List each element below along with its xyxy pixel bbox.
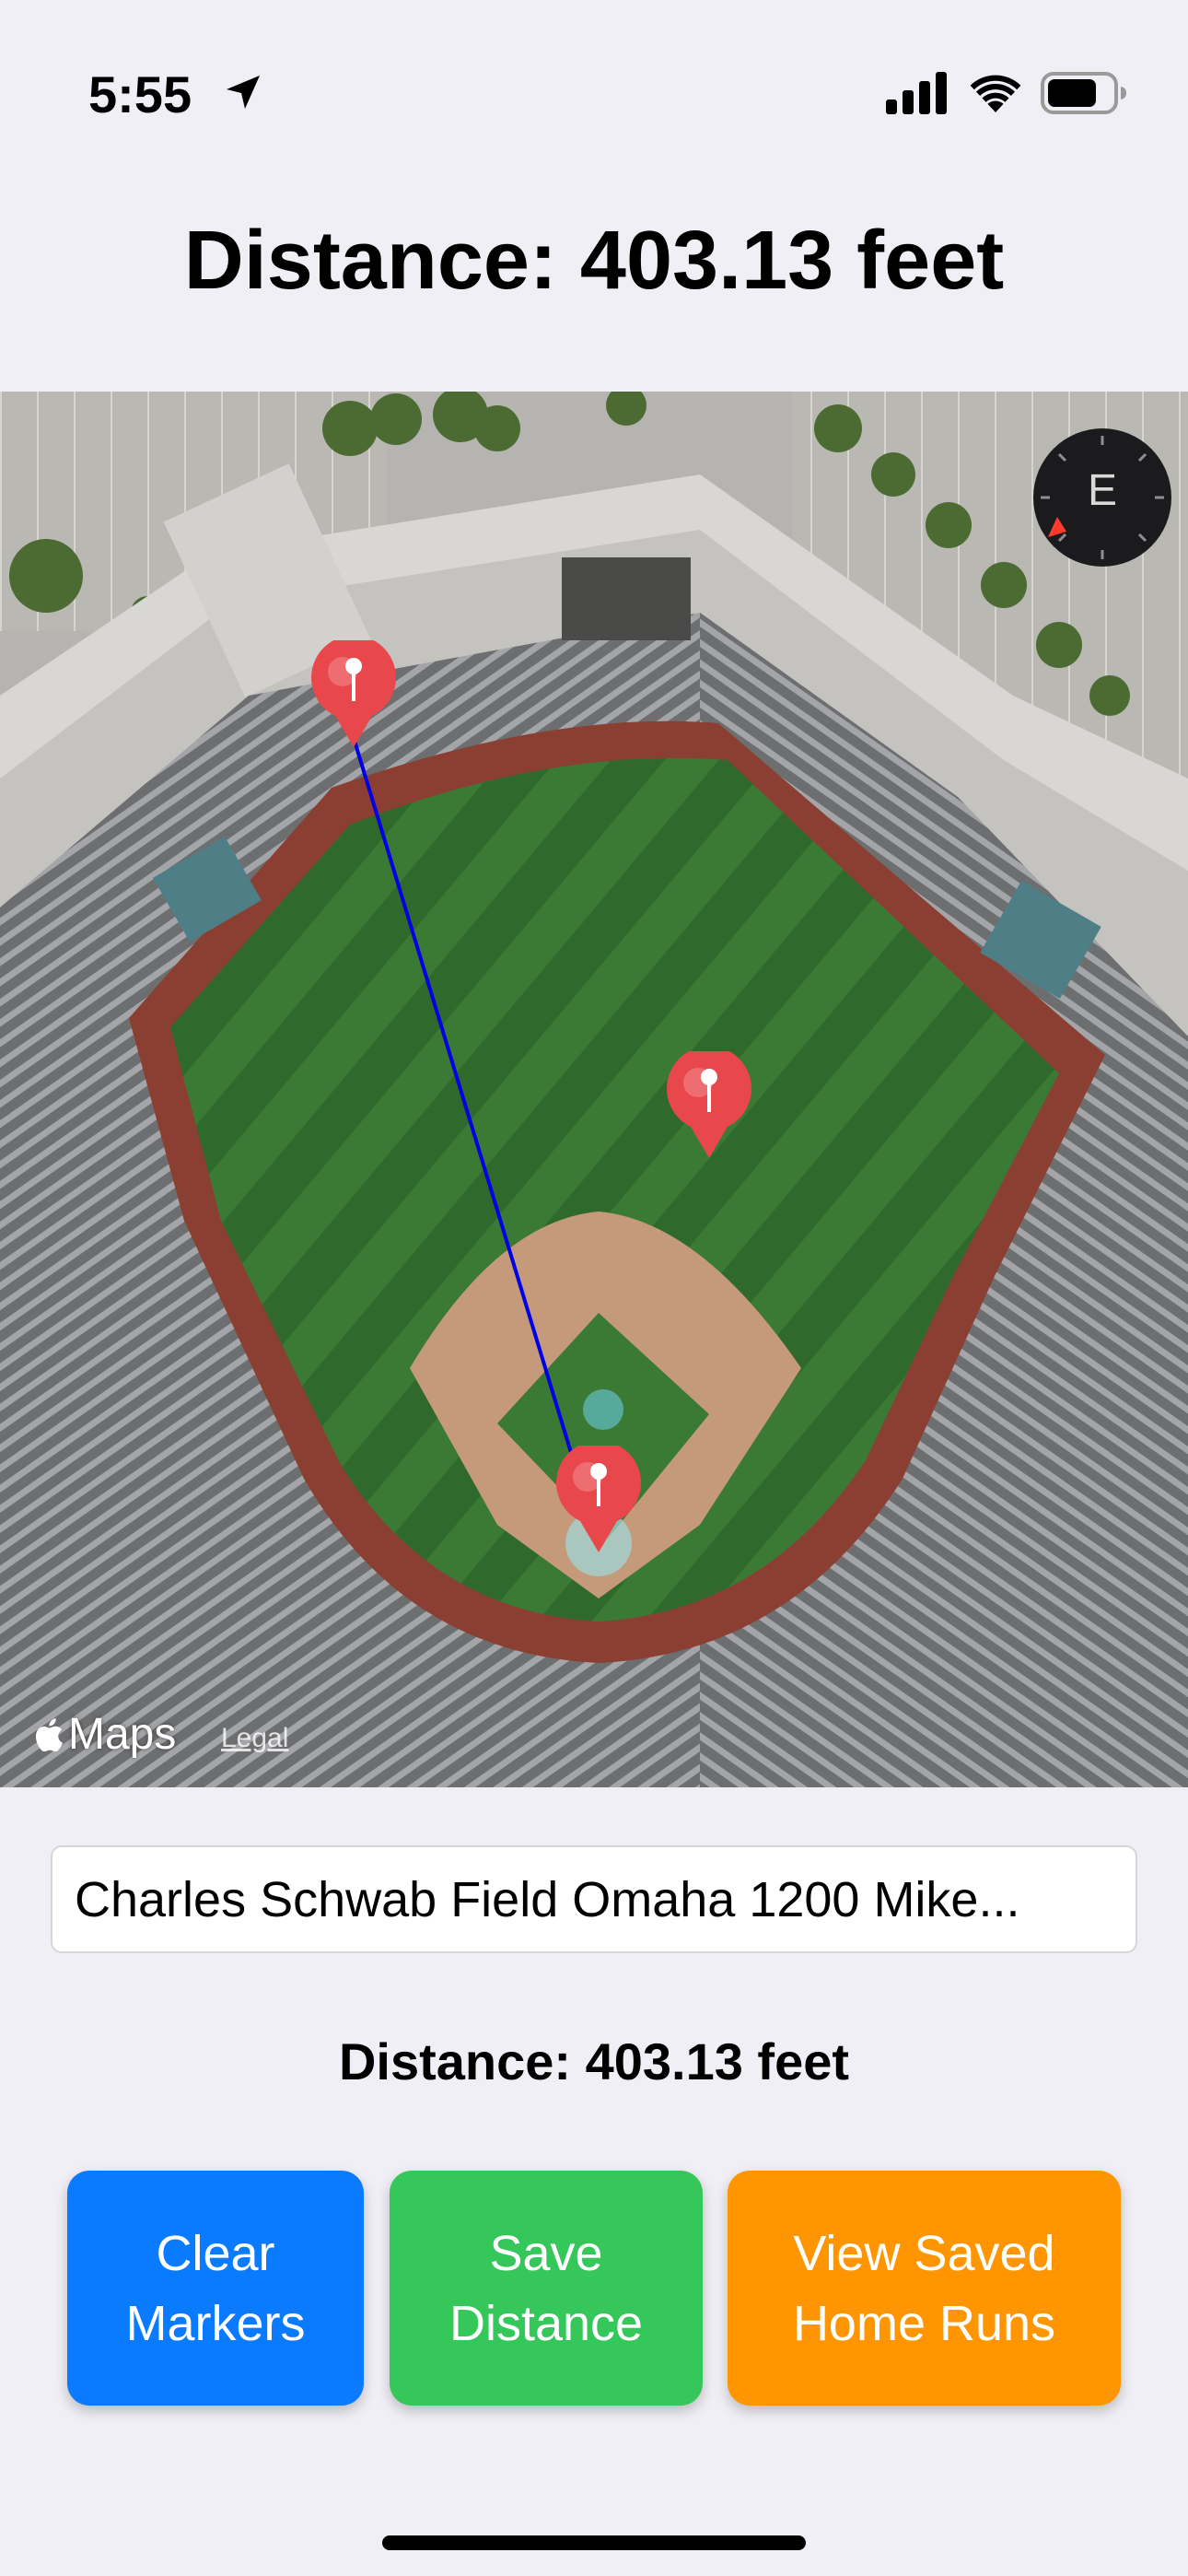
map-pin-left-field[interactable] [308, 635, 400, 749]
measurement-line [352, 737, 600, 1544]
address-search-field[interactable]: Charles Schwab Field Omaha 1200 Mike... [51, 1845, 1137, 1953]
save-distance-button[interactable]: Save Distance [390, 2171, 703, 2406]
compass-direction: E [1087, 466, 1117, 515]
cellular-signal-icon [886, 72, 947, 114]
satellite-map[interactable]: E Maps Legal [0, 392, 1188, 1787]
status-time: 5:55 [88, 65, 192, 123]
map-compass[interactable]: E [1033, 428, 1171, 567]
maps-attribution: Maps [31, 1709, 176, 1760]
status-bar: 5:55 [0, 0, 1188, 184]
legal-link[interactable]: Legal [221, 1723, 288, 1754]
maps-label: Maps [68, 1710, 177, 1759]
page-title: Distance: 403.13 feet [183, 215, 1005, 307]
wifi-icon [970, 75, 1021, 112]
battery-icon [1041, 72, 1126, 114]
distance-label: Distance: 403.13 feet [338, 2032, 850, 2090]
apple-logo-icon [35, 1717, 64, 1751]
app-screen: 5:55 Distance: 403.13 feet E Maps Legal … [0, 0, 1188, 2576]
map-pin-home-plate[interactable] [553, 1440, 645, 1554]
view-saved-home-runs-button[interactable]: View Saved Home Runs [728, 2171, 1121, 2406]
home-indicator[interactable] [382, 2535, 806, 2550]
location-arrow-icon [227, 76, 260, 109]
clear-markers-button[interactable]: Clear Markers [67, 2171, 364, 2406]
map-pin-center-field[interactable] [663, 1046, 755, 1160]
